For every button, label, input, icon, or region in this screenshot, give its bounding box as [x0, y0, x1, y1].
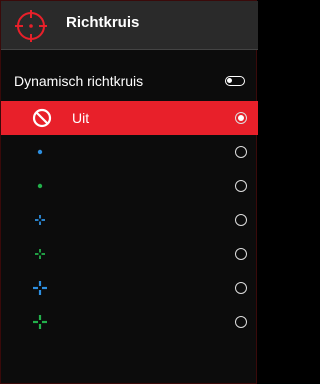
crosshair-panel: Richtkruis Dynamisch richtkruis Uit: [0, 0, 258, 384]
dot-blue-icon: [37, 149, 43, 155]
radio-dot: [238, 115, 244, 121]
radio-button[interactable]: [235, 248, 247, 260]
dynamic-crosshair-label: Dynamisch richtkruis: [14, 73, 144, 89]
small-cross-blue-icon: [35, 215, 45, 225]
radio-button[interactable]: [235, 146, 247, 158]
crosshair-icon: [15, 10, 47, 42]
dot-green-icon: [37, 183, 43, 189]
radio-button[interactable]: [235, 214, 247, 226]
no-entry-icon: [32, 108, 52, 128]
panel-header: Richtkruis: [1, 1, 258, 50]
page-title: Richtkruis: [66, 14, 140, 31]
option-row-off[interactable]: Uit: [1, 101, 258, 135]
option-row-small-green-cross[interactable]: [1, 237, 258, 271]
option-row-blue-cross[interactable]: [1, 271, 258, 305]
option-row-blue-dot[interactable]: [1, 135, 258, 169]
option-row-green-cross[interactable]: [1, 305, 258, 339]
radio-button[interactable]: [235, 112, 247, 124]
radio-button[interactable]: [235, 180, 247, 192]
option-label: Uit: [72, 110, 90, 126]
radio-button[interactable]: [235, 316, 247, 328]
toggle-knob: [227, 78, 232, 83]
radio-button[interactable]: [235, 282, 247, 294]
dynamic-crosshair-toggle[interactable]: [225, 76, 245, 86]
option-row-small-blue-cross[interactable]: [1, 203, 258, 237]
cross-blue-icon: [33, 281, 47, 295]
dynamic-crosshair-row[interactable]: Dynamisch richtkruis: [1, 64, 258, 98]
cross-green-icon: [33, 315, 47, 329]
option-row-green-dot[interactable]: [1, 169, 258, 203]
small-cross-green-icon: [35, 249, 45, 259]
